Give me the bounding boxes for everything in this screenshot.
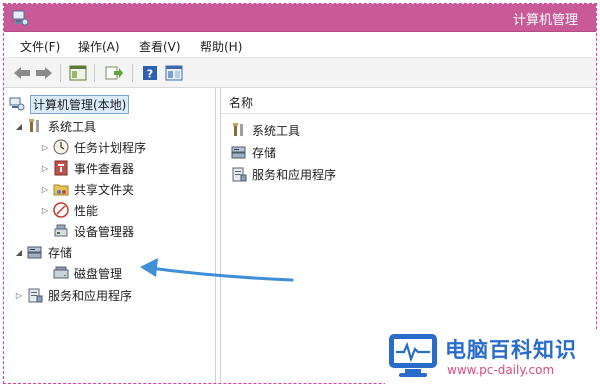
menu-help[interactable]: 帮助(H) [200,38,242,55]
menu-action[interactable]: 操作(A) [78,38,120,55]
monitor-logo-icon [389,334,437,377]
console-tree-icon[interactable] [68,63,88,83]
tree-item-label: 系统工具 [48,119,97,134]
tree-item-task-scheduler[interactable]: ▷ 任务计划程序 [40,137,146,157]
watermark: 电脑百科知识 www.pc-daily.com [385,330,597,384]
tree-item-label: 存储 [48,245,73,260]
svg-text:?: ? [147,68,153,81]
tools-icon [233,123,243,136]
export-list-icon[interactable] [104,63,124,83]
tools-icon [29,119,39,132]
tree-item-label: 设备管理器 [74,224,135,239]
computer-management-icon [12,10,29,26]
list-item[interactable]: 系统工具 [231,120,300,140]
list-item[interactable]: 存储 [231,142,276,162]
device-manager-icon [54,224,68,237]
services-icon [28,288,43,303]
tree-item-label: 任务计划程序 [74,140,147,155]
list-item-label: 系统工具 [252,123,301,138]
toolbar-separator [132,64,133,82]
tree-item-storage[interactable]: ◢ 存储 [14,242,72,262]
expand-arrow-icon[interactable]: ▷ [14,291,24,300]
toolbar: ? [4,58,596,88]
column-header-name[interactable]: 名称 [221,88,596,114]
list-item-label: 存储 [252,145,277,160]
shared-folder-icon [53,184,69,196]
watermark-title: 电脑百科知识 [445,338,577,362]
toolbar-separator [60,64,61,82]
tree-item-system-tools[interactable]: ◢ 系统工具 [14,116,96,136]
collapse-arrow-icon[interactable]: ◢ [14,248,24,257]
disk-management-icon [53,266,69,279]
expand-arrow-icon[interactable]: ▷ [40,164,50,173]
tree-item-performance[interactable]: ▷ 性能 [40,200,98,220]
properties-icon[interactable] [164,63,184,83]
tree-item-services-applications[interactable]: ▷ 服务和应用程序 [14,285,132,305]
tree-item-device-manager[interactable]: 设备管理器 [53,221,134,241]
computer-management-window: 计算机管理 文件(F) 操作(A) 查看(V) 帮助(H) ? 计算机管理(本地… [3,3,597,384]
list-item-label: 服务和应用程序 [252,167,337,182]
menu-view[interactable]: 查看(V) [139,38,181,55]
window-title: 计算机管理 [512,13,578,28]
expand-arrow-icon[interactable]: ▷ [40,185,50,194]
computer-management-icon [9,97,25,111]
tree-item-computer-management[interactable]: 计算机管理(本地) [9,94,130,114]
clock-icon [53,139,69,155]
storage-icon [231,146,246,159]
tree-item-shared-folders[interactable]: ▷ 共享文件夹 [40,179,134,199]
tree-item-label: 性能 [74,203,99,218]
expand-arrow-icon[interactable]: ▷ [40,143,50,152]
menu-file[interactable]: 文件(F) [20,38,60,55]
watermark-url: www.pc-daily.com [447,363,555,377]
services-icon [232,167,247,182]
help-icon[interactable]: ? [140,63,160,83]
back-icon[interactable] [12,63,32,83]
toolbar-separator [94,64,95,82]
tree-item-label: 共享文件夹 [74,182,135,197]
forward-icon[interactable] [34,63,54,83]
event-viewer-icon [54,160,68,176]
title-bar: 计算机管理 [4,4,596,32]
storage-icon [27,246,42,259]
tree-item-label: 磁盘管理 [74,266,123,281]
tree-item-label: 事件查看器 [74,161,135,176]
menu-bar: 文件(F) 操作(A) 查看(V) 帮助(H) [4,33,596,58]
tree-item-label: 服务和应用程序 [48,288,133,303]
console-tree-pane: 计算机管理(本地) ◢ 系统工具 ▷ 任务计划程序 ▷ 事件查看器 ▷ 共享文件… [4,88,216,383]
column-title: 名称 [229,96,254,110]
tree-item-event-viewer[interactable]: ▷ 事件查看器 [40,158,134,178]
expand-arrow-icon[interactable]: ▷ [40,206,50,215]
tree-item-label: 计算机管理(本地) [30,94,130,114]
list-item[interactable]: 服务和应用程序 [231,164,336,184]
performance-icon [53,202,69,218]
tree-item-disk-management[interactable]: 磁盘管理 [53,263,122,283]
collapse-arrow-icon[interactable]: ◢ [14,122,24,131]
